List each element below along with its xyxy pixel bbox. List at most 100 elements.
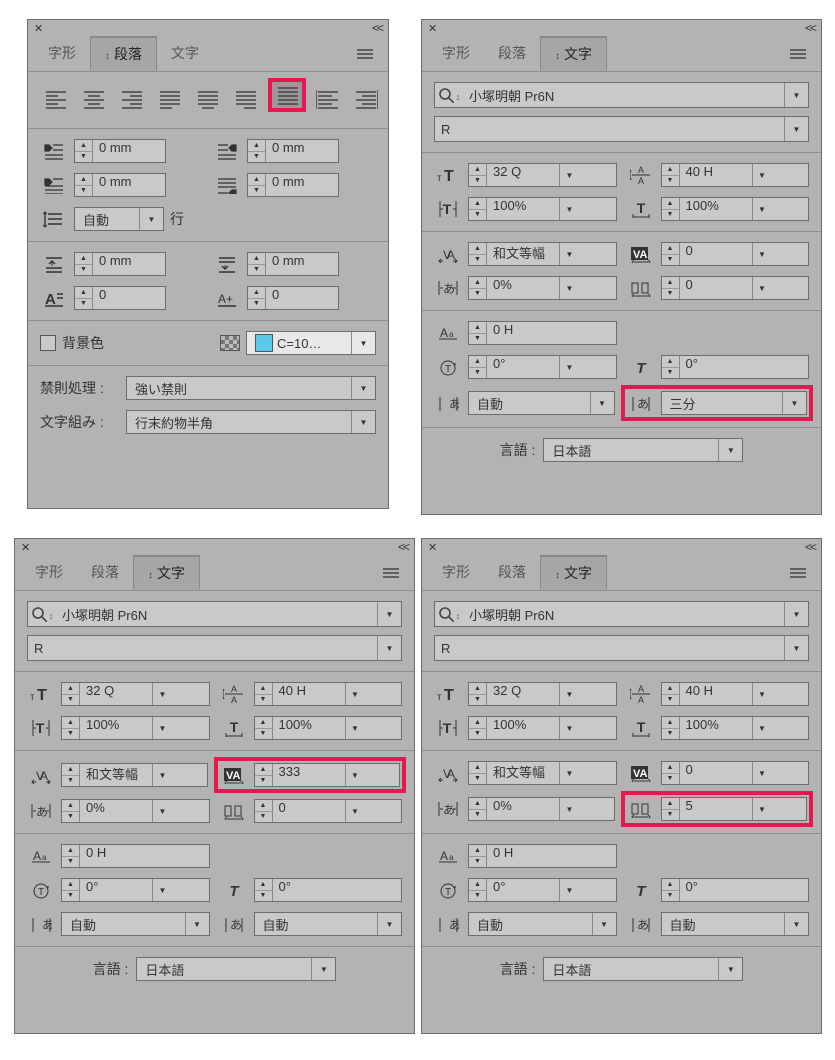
dropdown-icon[interactable]: ▼ bbox=[590, 392, 614, 414]
char-rotation-input[interactable]: ▲▼0°▼ bbox=[468, 355, 617, 379]
tracking-input[interactable]: ▲▼0▼ bbox=[661, 242, 810, 266]
char-rotation-input[interactable]: ▲▼0°▼ bbox=[61, 878, 210, 902]
last-line-indent-input[interactable]: ▲▼0 mm bbox=[247, 173, 339, 197]
leading-input[interactable]: ▲▼40 H▼ bbox=[661, 163, 810, 187]
tsume-input[interactable]: ▲▼0%▼ bbox=[468, 797, 615, 821]
aki-after-select[interactable]: 三分▼ bbox=[661, 391, 808, 415]
dropdown-icon[interactable]: ▼ bbox=[559, 198, 579, 220]
stepper-down-icon[interactable]: ▼ bbox=[662, 255, 679, 266]
font-style-field[interactable]: R▼ bbox=[27, 635, 402, 661]
tab-paragraph[interactable]: 段落 bbox=[484, 36, 540, 71]
dropdown-icon[interactable]: ▼ bbox=[782, 392, 806, 414]
drop-cap-chars-input[interactable]: ▲▼0 bbox=[247, 286, 339, 310]
vertical-scale-input[interactable]: ▲▼100%▼ bbox=[468, 716, 617, 740]
stepper-up-icon[interactable]: ▲ bbox=[75, 253, 92, 265]
kerning-input[interactable]: ▲▼和文等幅▼ bbox=[61, 763, 208, 787]
line-spacing-select[interactable]: 自動▼ bbox=[74, 207, 164, 231]
horizontal-scale-input[interactable]: ▲▼100%▼ bbox=[661, 197, 810, 221]
stepper-up-icon[interactable]: ▲ bbox=[75, 140, 92, 152]
tab-character[interactable]: 文字 bbox=[157, 36, 213, 71]
grid-tracking-input[interactable]: ▲▼5▼ bbox=[661, 797, 808, 821]
dropdown-icon[interactable]: ▼ bbox=[784, 117, 808, 141]
char-rotation-input[interactable]: ▲▼0°▼ bbox=[468, 878, 617, 902]
stepper-down-icon[interactable]: ▼ bbox=[662, 210, 679, 221]
stepper-down-icon[interactable]: ▼ bbox=[469, 255, 486, 266]
dropdown-icon[interactable]: ▼ bbox=[139, 208, 163, 230]
collapse-icon[interactable]: << bbox=[372, 21, 382, 35]
dropdown-icon[interactable]: ▼ bbox=[559, 277, 579, 299]
stepper-up-icon[interactable]: ▲ bbox=[248, 287, 265, 299]
justify-all-icon[interactable] bbox=[272, 82, 302, 108]
aki-before-select[interactable]: 自動▼ bbox=[61, 912, 210, 936]
tab-glyphs[interactable]: 字形 bbox=[34, 36, 90, 71]
space-after-input[interactable]: ▲▼0 mm bbox=[247, 252, 339, 276]
search-icon[interactable] bbox=[28, 602, 56, 626]
dropdown-icon[interactable]: ▼ bbox=[752, 243, 772, 265]
baseline-shift-input[interactable]: ▲▼0 H bbox=[468, 844, 617, 868]
horizontal-scale-input[interactable]: ▲▼100%▼ bbox=[661, 716, 810, 740]
aki-before-select[interactable]: 自動▼ bbox=[468, 391, 615, 415]
tab-glyphs[interactable]: 字形 bbox=[21, 555, 77, 590]
stepper-down-icon[interactable]: ▼ bbox=[75, 152, 92, 163]
font-family-field[interactable]: 小塚明朝 Pr6N▼ bbox=[27, 601, 402, 627]
dropdown-icon[interactable]: ▼ bbox=[559, 243, 579, 265]
dropdown-icon[interactable]: ▼ bbox=[351, 332, 375, 354]
mojikumi-select[interactable]: 行末約物半角▼ bbox=[126, 410, 376, 434]
tsume-input[interactable]: ▲▼0%▼ bbox=[468, 276, 617, 300]
close-icon[interactable]: ✕ bbox=[428, 541, 437, 554]
dropdown-icon[interactable]: ▼ bbox=[377, 636, 401, 660]
stepper-up-icon[interactable]: ▲ bbox=[75, 287, 92, 299]
font-size-input[interactable]: ▲▼32 Q▼ bbox=[61, 682, 210, 706]
dropdown-icon[interactable]: ▼ bbox=[784, 83, 808, 107]
stepper-up-icon[interactable]: ▲ bbox=[469, 243, 486, 255]
vertical-scale-input[interactable]: ▲▼100%▼ bbox=[61, 716, 210, 740]
stepper-up-icon[interactable]: ▲ bbox=[662, 164, 679, 176]
align-left-icon[interactable] bbox=[44, 86, 68, 112]
indent-right-input[interactable]: ▲▼0 mm bbox=[247, 139, 339, 163]
align-center-icon[interactable] bbox=[82, 86, 106, 112]
stepper-down-icon[interactable]: ▼ bbox=[662, 368, 679, 379]
shading-checkbox[interactable] bbox=[40, 335, 56, 351]
grid-tracking-input[interactable]: ▲▼0▼ bbox=[254, 799, 403, 823]
font-style-field[interactable]: R ▼ bbox=[434, 116, 809, 142]
close-icon[interactable]: ✕ bbox=[428, 22, 437, 35]
stepper-down-icon[interactable]: ▼ bbox=[248, 265, 265, 276]
tab-glyphs[interactable]: 字形 bbox=[428, 36, 484, 71]
kerning-input[interactable]: ▲▼和文等幅▼ bbox=[468, 761, 617, 785]
stepper-down-icon[interactable]: ▼ bbox=[248, 152, 265, 163]
language-select[interactable]: 日本語▼ bbox=[543, 438, 743, 462]
dropdown-icon[interactable]: ▼ bbox=[718, 439, 742, 461]
tracking-input[interactable]: ▲▼0▼ bbox=[661, 761, 810, 785]
kerning-input[interactable]: ▲▼和文等幅▼ bbox=[468, 242, 617, 266]
stepper-down-icon[interactable]: ▼ bbox=[75, 299, 92, 310]
dropdown-icon[interactable]: ▼ bbox=[784, 636, 808, 660]
stepper-up-icon[interactable]: ▲ bbox=[248, 174, 265, 186]
baseline-shift-input[interactable]: ▲▼0 H bbox=[61, 844, 210, 868]
swatch-check-icon[interactable] bbox=[220, 335, 240, 351]
tsume-input[interactable]: ▲▼0%▼ bbox=[61, 799, 210, 823]
horizontal-scale-input[interactable]: ▲▼100%▼ bbox=[254, 716, 403, 740]
tab-paragraph[interactable]: 段落 bbox=[484, 555, 540, 590]
shading-color-select[interactable]: C=10… ▼ bbox=[246, 331, 376, 355]
dropdown-icon[interactable]: ▼ bbox=[752, 164, 772, 186]
font-size-input[interactable]: ▲▼32 Q▼ bbox=[468, 682, 617, 706]
collapse-icon[interactable]: << bbox=[398, 540, 408, 554]
tab-paragraph[interactable]: 段落 bbox=[77, 555, 133, 590]
stepper-down-icon[interactable]: ▼ bbox=[469, 210, 486, 221]
dropdown-icon[interactable]: ▼ bbox=[351, 377, 375, 399]
leading-input[interactable]: ▲▼40 H▼ bbox=[661, 682, 810, 706]
baseline-shift-input[interactable]: ▲▼0 H bbox=[468, 321, 617, 345]
search-icon[interactable] bbox=[435, 83, 463, 107]
collapse-icon[interactable]: << bbox=[805, 540, 815, 554]
stepper-up-icon[interactable]: ▲ bbox=[662, 243, 679, 255]
drop-cap-lines-input[interactable]: ▲▼0 bbox=[74, 286, 166, 310]
kinsoku-select[interactable]: 強い禁則▼ bbox=[126, 376, 376, 400]
stepper-up-icon[interactable]: ▲ bbox=[248, 140, 265, 152]
flyout-menu-icon[interactable] bbox=[781, 555, 815, 590]
dropdown-icon[interactable]: ▼ bbox=[752, 198, 772, 220]
vertical-scale-input[interactable]: ▲▼100%▼ bbox=[468, 197, 617, 221]
close-icon[interactable]: ✕ bbox=[21, 541, 30, 554]
grid-tracking-input[interactable]: ▲▼0▼ bbox=[661, 276, 810, 300]
dropdown-icon[interactable]: ▼ bbox=[377, 602, 401, 626]
justify-right-icon[interactable] bbox=[234, 86, 258, 112]
